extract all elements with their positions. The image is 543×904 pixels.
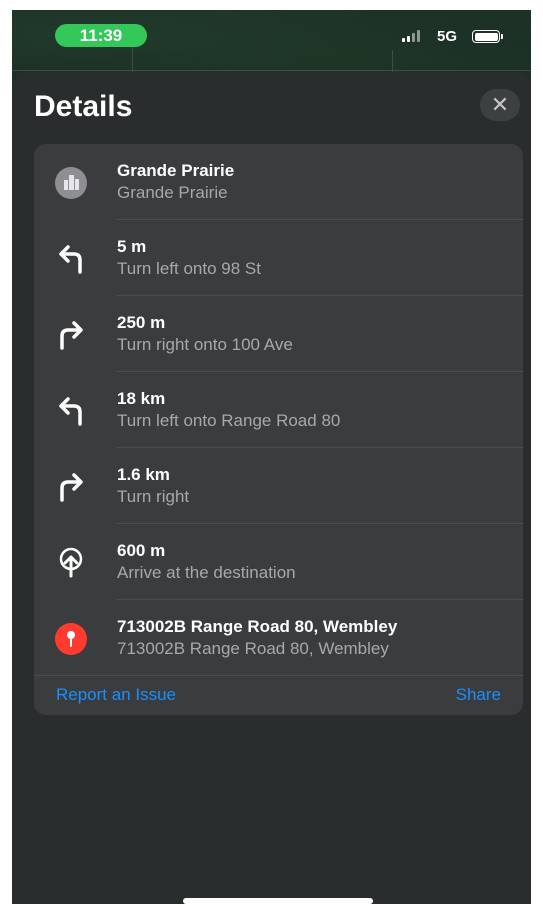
turn-left-icon — [54, 394, 88, 428]
report-issue-link[interactable]: Report an Issue — [56, 685, 176, 705]
battery-icon — [472, 30, 500, 43]
step-instruction: Turn left onto 98 St — [117, 259, 261, 278]
list-item[interactable]: 600 m Arrive at the destination — [34, 524, 523, 599]
page-title: Details — [34, 90, 133, 123]
status-bar: 11:39 5G — [12, 10, 531, 58]
close-icon: ✕ — [490, 92, 510, 117]
turn-right-icon — [54, 470, 88, 504]
list-item[interactable]: Grande Prairie Grande Prairie — [34, 144, 523, 219]
close-button[interactable]: ✕ — [480, 89, 520, 121]
share-link[interactable]: Share — [456, 685, 501, 705]
step-distance: 250 m — [117, 313, 166, 332]
step-distance: 1.6 km — [117, 465, 170, 484]
step-address: 713002B Range Road 80, Wembley — [117, 617, 398, 636]
arrive-icon — [54, 546, 88, 580]
step-distance: 600 m — [117, 541, 166, 560]
network-type: 5G — [437, 28, 458, 45]
step-distance: 5 m — [117, 237, 147, 256]
step-instruction: Turn right onto 100 Ave — [117, 335, 293, 354]
turn-right-icon — [54, 318, 88, 352]
directions-card: Grande Prairie Grande Prairie 5 m Turn l… — [34, 144, 523, 715]
step-distance: 18 km — [117, 389, 166, 408]
step-instruction: Arrive at the destination — [117, 563, 296, 582]
cellular-signal-icon — [402, 30, 420, 42]
home-indicator[interactable] — [183, 898, 373, 904]
screen: 11:39 5G Details ✕ Grande Prairie Grande… — [12, 10, 531, 904]
step-instruction: Grande Prairie — [117, 183, 228, 202]
list-item[interactable]: 250 m Turn right onto 100 Ave — [34, 296, 523, 371]
pin-icon — [54, 622, 88, 656]
step-instruction: Turn left onto Range Road 80 — [117, 411, 341, 430]
city-icon — [54, 166, 88, 200]
step-address-detail: 713002B Range Road 80, Wembley — [117, 639, 389, 658]
step-distance: Grande Prairie — [117, 161, 235, 180]
divider — [34, 675, 523, 676]
list-item[interactable]: 18 km Turn left onto Range Road 80 — [34, 372, 523, 447]
time-pill[interactable]: 11:39 — [55, 24, 147, 47]
list-item[interactable]: 713002B Range Road 80, Wembley 713002B R… — [34, 600, 523, 675]
list-item[interactable]: 5 m Turn left onto 98 St — [34, 220, 523, 295]
list-item[interactable]: 1.6 km Turn right — [34, 448, 523, 523]
battery-tip — [501, 34, 503, 39]
step-instruction: Turn right — [117, 487, 190, 506]
turn-left-icon — [54, 242, 88, 276]
